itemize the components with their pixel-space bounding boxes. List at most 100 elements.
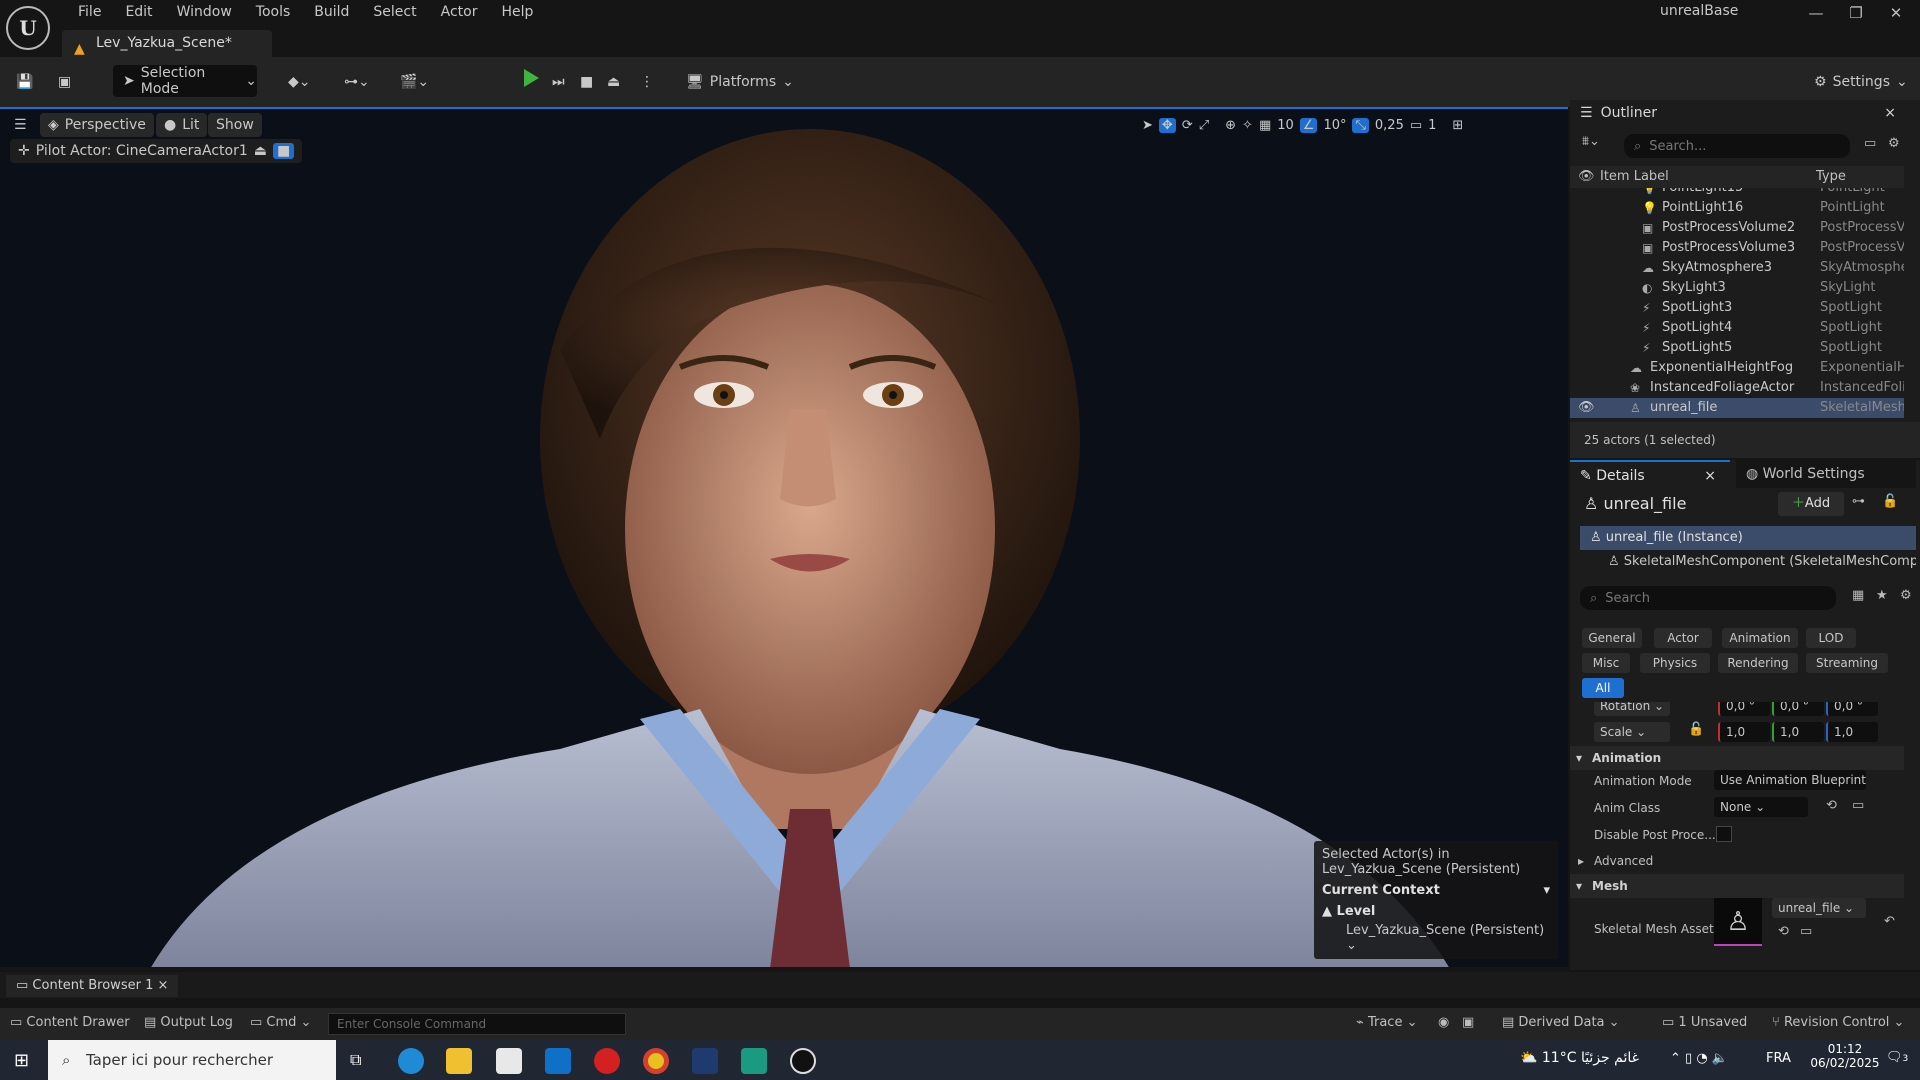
opera-icon[interactable] (594, 1048, 620, 1074)
windows-start-icon[interactable]: ⊞ (14, 1050, 29, 1071)
camera-speed-icon[interactable]: ▭ (1410, 118, 1422, 133)
outliner-row[interactable]: ☁ SkyAtmosphere3 SkyAtmosphe (1570, 258, 1904, 278)
anim-mode-dropdown[interactable]: Use Animation Blueprint ⌄ (1714, 770, 1866, 807)
rotation-z[interactable]: 0,0 ° (1826, 702, 1878, 716)
file-explorer-icon[interactable] (446, 1048, 472, 1074)
scale-dropdown[interactable]: Scale ⌄ (1594, 722, 1670, 742)
cat-general[interactable]: General (1582, 628, 1642, 648)
restore-icon[interactable]: ❐ (1836, 4, 1876, 28)
level-dropdown[interactable]: Lev_Yazkua_Scene (Persistent) ⌄ (1322, 923, 1550, 953)
skeletal-mesh-dropdown[interactable]: unreal_file ⌄ (1772, 898, 1866, 918)
scale-value[interactable]: 0,25 (1375, 118, 1404, 133)
menu-edit[interactable]: Edit (113, 2, 164, 22)
scale-snap-icon[interactable]: ⤡ (1352, 117, 1369, 133)
select-tool-icon[interactable]: ➤ (1142, 118, 1153, 133)
task-view-icon[interactable]: ⧉ (350, 1050, 361, 1070)
cat-physics[interactable]: Physics (1640, 653, 1710, 673)
folder-icon[interactable]: ▭ (1852, 798, 1864, 813)
volume-icon[interactable]: 🔈 (1712, 1051, 1728, 1066)
outliner-settings-icon[interactable]: ⚙ (1888, 136, 1900, 151)
cinematics-icon[interactable]: 🎬⌄ (400, 67, 429, 97)
weather-widget[interactable]: ⛅ 11°C غائم جزئيًا (1520, 1050, 1639, 1066)
disable-post-process-checkbox[interactable] (1716, 826, 1732, 842)
close-tab-icon[interactable]: × (153, 978, 168, 993)
blueprint-icon[interactable]: ⊶ (1852, 494, 1865, 509)
outliner-row[interactable]: ⚡ SpotLight5 SpotLight (1570, 338, 1904, 358)
advanced-toggle[interactable]: ▸ Advanced (1578, 854, 1653, 868)
add-component-button[interactable]: ＋Add (1778, 492, 1844, 516)
layout-icon[interactable]: ⊞ (1452, 118, 1463, 133)
lit-button[interactable]: ● Lit (156, 113, 208, 137)
rotation-y[interactable]: 0,0 ° (1772, 702, 1824, 716)
reset-icon[interactable]: ↶ (1884, 914, 1895, 929)
caret-down-icon[interactable]: ▾ (1543, 883, 1550, 898)
animation-section[interactable]: ▾ Animation (1570, 746, 1904, 770)
perspective-button[interactable]: ◈ Perspective (40, 113, 154, 137)
mesh-thumbnail[interactable]: ♙ (1714, 898, 1762, 946)
table-view-icon[interactable]: ▦ (1852, 588, 1864, 603)
menu-window[interactable]: Window (165, 2, 244, 22)
cat-lod[interactable]: LOD (1806, 628, 1856, 648)
taskbar-search-input[interactable]: ⌕ Taper ici pour rechercher (48, 1040, 336, 1080)
console-input[interactable]: Enter Console Command (328, 1013, 626, 1035)
menu-build[interactable]: Build (302, 2, 361, 22)
derived-data-dropdown[interactable]: ▤ Derived Data ⌄ (1502, 1015, 1620, 1030)
scale-x[interactable]: 1,0 (1718, 722, 1770, 742)
outliner-row[interactable]: 💡PointLight15PointLight (1570, 188, 1904, 198)
settings-button[interactable]: ⚙ Settings ⌄ (1814, 67, 1908, 97)
content-drawer-button[interactable]: ▭ Content Drawer (10, 1015, 130, 1030)
minimize-icon[interactable]: — (1796, 4, 1836, 28)
outliner-search-input[interactable]: ⌕ Search... (1624, 134, 1850, 158)
revision-control-dropdown[interactable]: ⑂ Revision Control ⌄ (1772, 1015, 1904, 1030)
cat-streaming[interactable]: Streaming (1806, 653, 1888, 673)
cmd-dropdown[interactable]: ▭ Cmd ⌄ (250, 1015, 311, 1030)
platforms-button[interactable]: 🖥 Platforms ⌄ (686, 67, 794, 97)
world-icon[interactable]: ⊕ (1225, 118, 1236, 133)
outliner-row[interactable]: ❀ InstancedFoliageActor InstancedFoli (1570, 378, 1904, 398)
outliner-row[interactable]: ▣ PostProcessVolume2 PostProcessV (1570, 218, 1904, 238)
store-icon[interactable] (496, 1048, 522, 1074)
menu-actor[interactable]: Actor (429, 2, 490, 22)
component-skeletal[interactable]: ♙ SkeletalMeshComponent (SkeletalMeshCom… (1608, 550, 1916, 574)
angle-value[interactable]: 10° (1323, 118, 1346, 133)
viewport-menu-icon[interactable]: ☰ (6, 113, 35, 137)
blueprint-icon[interactable]: ⊶⌄ (344, 67, 370, 97)
trace-dropdown[interactable]: ⌁ Trace ⌄ (1356, 1015, 1418, 1030)
lock-scale-icon[interactable]: 🔓 (1688, 722, 1704, 737)
filter-icon[interactable]: ⩩⌄ (1582, 134, 1600, 149)
content-icon[interactable]: ▣ (58, 67, 71, 97)
outliner-row[interactable]: ⚡ SpotLight4 SpotLight (1570, 318, 1904, 338)
unreal-taskbar-icon[interactable] (790, 1048, 816, 1074)
menu-select[interactable]: Select (361, 2, 428, 22)
details-tab[interactable]: ✎ Details × (1570, 460, 1730, 488)
eye-icon[interactable]: 👁 (1578, 166, 1595, 188)
add-actor-icon[interactable]: ◆⌄ (288, 67, 311, 97)
photoshop-icon[interactable] (692, 1048, 718, 1074)
notification-icon[interactable]: 🗨3 (1886, 1050, 1908, 1065)
move-tool-icon[interactable]: ✥ (1158, 117, 1176, 133)
angle-snap-icon[interactable]: ∠ (1299, 117, 1318, 133)
content-browser-tab[interactable]: ▭ Content Browser 1 × (6, 975, 179, 997)
surface-snap-icon[interactable]: ✧ (1242, 118, 1253, 133)
eject-pilot-icon[interactable]: ⏏ (254, 143, 267, 159)
save-icon[interactable]: 💾 (16, 67, 33, 97)
scale-tool-icon[interactable]: ⤢ (1199, 118, 1209, 133)
record-icon[interactable]: ◉ (1438, 1015, 1449, 1030)
outliner-row-selected[interactable]: 👁 ♙ unreal_file SkeletalMesh (1570, 398, 1904, 418)
cat-misc[interactable]: Misc (1582, 653, 1630, 673)
edge-icon[interactable] (398, 1048, 424, 1074)
star-icon[interactable]: ★ (1876, 588, 1888, 603)
cat-all[interactable]: All (1582, 678, 1624, 698)
close-panel-icon[interactable]: × (1704, 462, 1716, 490)
screenshot-icon[interactable]: ▣ (1462, 1015, 1474, 1030)
network-icon[interactable]: ◔ (1696, 1051, 1707, 1066)
component-instance[interactable]: ♙ unreal_file (Instance) (1580, 526, 1916, 550)
browse-icon[interactable]: ⟲ (1778, 924, 1789, 939)
output-log-button[interactable]: ▤ Output Log (144, 1015, 233, 1030)
cat-animation[interactable]: Animation (1722, 628, 1798, 648)
cat-actor[interactable]: Actor (1654, 628, 1712, 648)
scale-z[interactable]: 1,0 (1826, 722, 1878, 742)
show-button[interactable]: Show (208, 113, 262, 137)
clock[interactable]: 01:12 06/02/2025 (1810, 1042, 1880, 1070)
menu-file[interactable]: File (66, 2, 113, 22)
